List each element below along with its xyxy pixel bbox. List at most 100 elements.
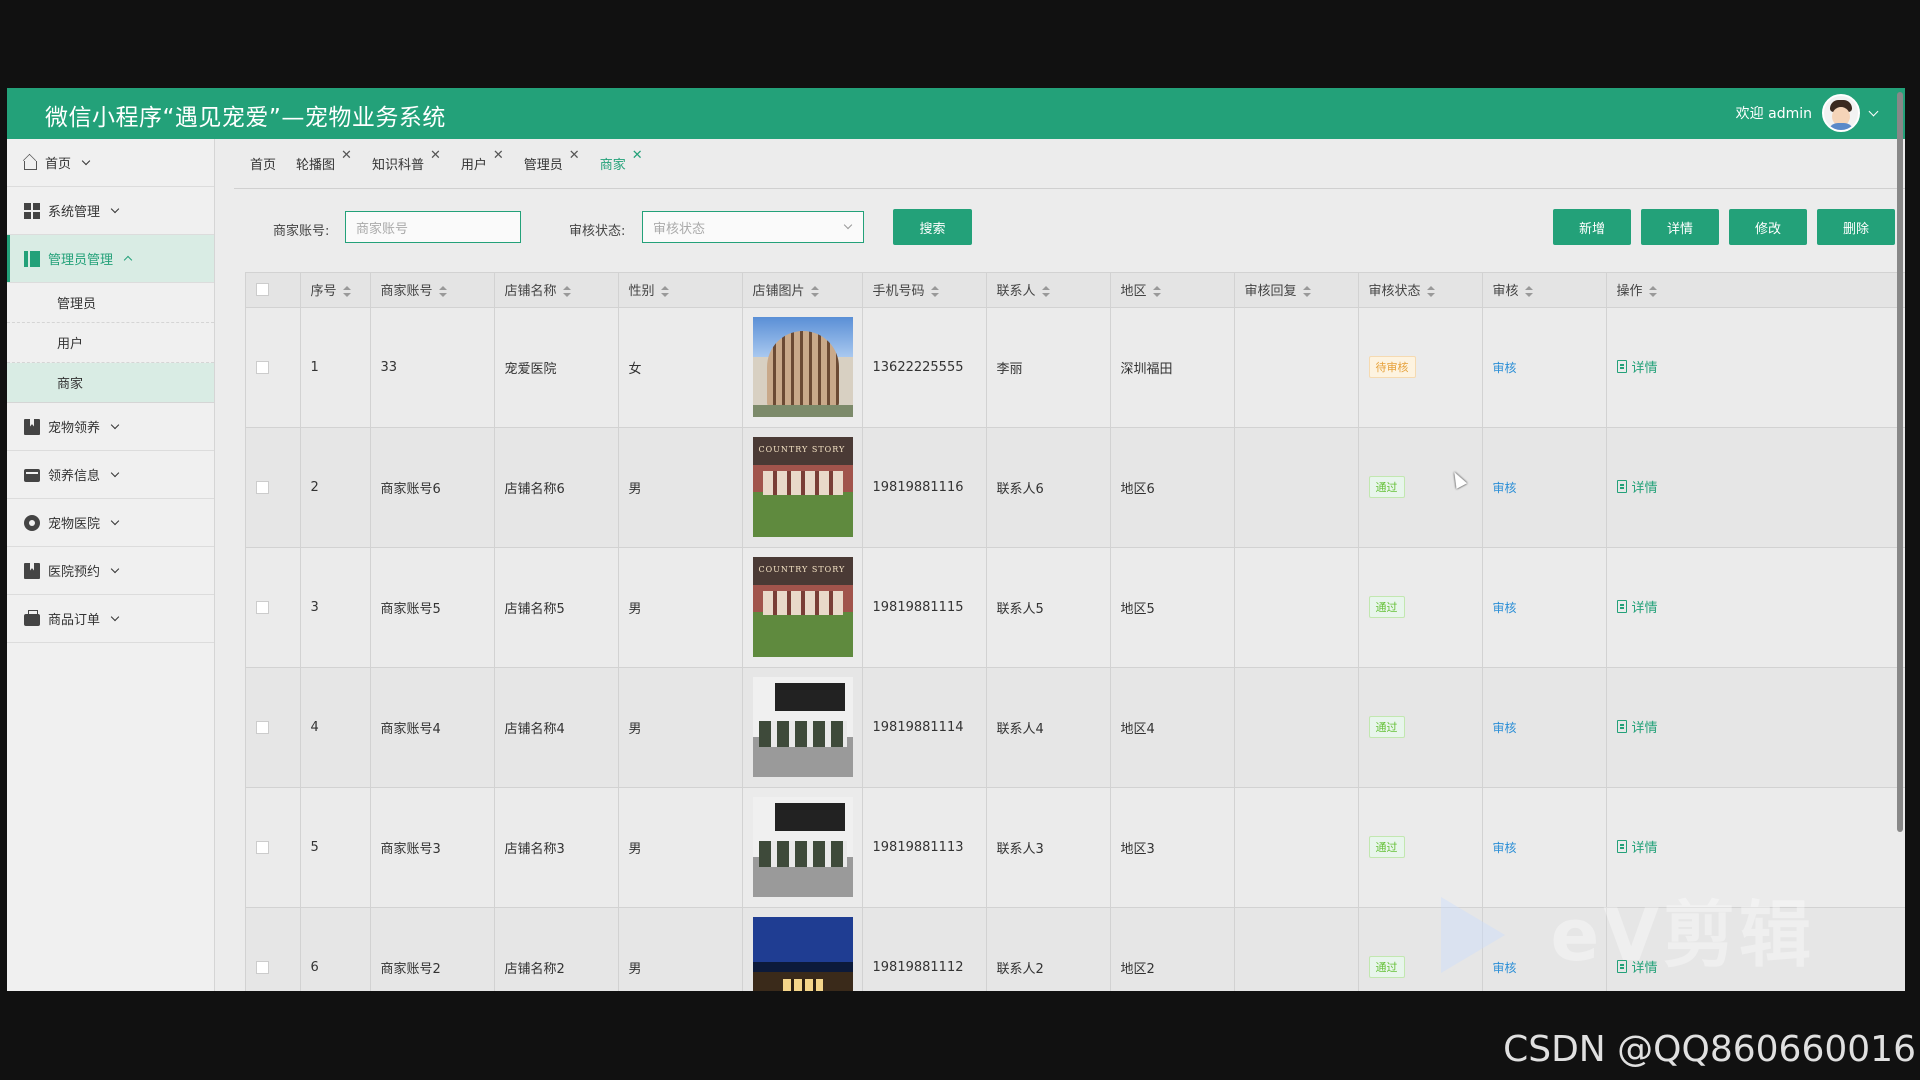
sidebar-item-label: 宠物领养 xyxy=(48,421,101,436)
column-header[interactable]: 审核回复 xyxy=(1234,273,1359,308)
shop-image[interactable] xyxy=(752,317,853,417)
select-all-checkbox-cell[interactable] xyxy=(246,273,301,308)
tab-banner[interactable]: 轮播图 ✕ xyxy=(296,148,352,174)
column-header[interactable]: 店铺图片 xyxy=(742,273,863,308)
close-icon[interactable]: ✕ xyxy=(430,148,441,163)
column-header[interactable]: 地区 xyxy=(1110,273,1235,308)
column-header[interactable]: 审核状态 xyxy=(1358,273,1483,308)
sort-icon[interactable] xyxy=(438,286,447,298)
row-detail-button[interactable]: 详情 xyxy=(1616,357,1658,376)
audit-link[interactable]: 审核 xyxy=(1493,841,1517,855)
sort-icon[interactable] xyxy=(1426,286,1435,298)
row-detail-button[interactable]: 详情 xyxy=(1616,477,1658,496)
chevron-down-icon[interactable] xyxy=(1868,106,1879,117)
tab-home[interactable]: 首页 xyxy=(250,154,276,174)
checkbox[interactable] xyxy=(256,480,269,494)
cell-image xyxy=(742,667,863,788)
row-checkbox-cell[interactable] xyxy=(246,427,301,548)
sidebar-item-pet-hospital[interactable]: 宠物医院 xyxy=(7,499,214,547)
sort-icon[interactable] xyxy=(810,286,819,298)
main-content: 首页 轮播图 ✕ 知识科普 ✕ 用户 ✕ 管理员 ✕ 商家 ✕ 商家账号: 商家账号 审核… xyxy=(216,139,1905,991)
sidebar-subitem-merchant[interactable]: 商家 xyxy=(7,363,214,403)
audit-link[interactable]: 审核 xyxy=(1493,721,1517,735)
table-row[interactable]: 2商家账号6店铺名称6男 19819881116联系人6地区6 通过 审核 详情 xyxy=(246,427,1905,548)
row-detail-button[interactable]: 详情 xyxy=(1616,717,1658,736)
close-icon[interactable]: ✕ xyxy=(632,148,643,163)
sort-icon[interactable] xyxy=(660,286,669,298)
tab-admin[interactable]: 管理员 ✕ xyxy=(524,148,580,174)
column-header[interactable]: 联系人 xyxy=(986,273,1111,308)
tab-merchant[interactable]: 商家 ✕ xyxy=(600,148,643,174)
checkbox[interactable] xyxy=(256,600,269,614)
sort-icon[interactable] xyxy=(562,286,571,298)
sidebar-item-adopt-info[interactable]: 领养信息 xyxy=(7,451,214,499)
audit-link[interactable]: 审核 xyxy=(1493,361,1517,375)
column-header[interactable]: 手机号码 xyxy=(862,273,987,308)
row-checkbox-cell[interactable] xyxy=(246,547,301,668)
table-row[interactable]: 3商家账号5店铺名称5男 19819881115联系人5地区5 通过 审核 详情 xyxy=(246,547,1905,668)
sort-icon[interactable] xyxy=(342,286,351,298)
avatar[interactable] xyxy=(1822,94,1860,132)
tab-user[interactable]: 用户 ✕ xyxy=(461,148,504,174)
cell-phone: 19819881113 xyxy=(862,787,987,908)
audit-status-select[interactable]: 审核状态 xyxy=(642,211,864,243)
edit-button[interactable]: 修改 xyxy=(1729,209,1807,245)
shop-image[interactable] xyxy=(752,677,853,777)
sort-icon[interactable] xyxy=(1041,286,1050,298)
sidebar-item-pet-adopt[interactable]: 宠物领养 xyxy=(7,403,214,451)
sort-icon[interactable] xyxy=(930,286,939,298)
row-checkbox-cell[interactable] xyxy=(246,787,301,908)
search-button[interactable]: 搜索 xyxy=(893,209,972,245)
user-menu[interactable]: 欢迎 admin xyxy=(1736,94,1879,132)
checkbox[interactable] xyxy=(256,840,269,854)
column-header[interactable]: 性别 xyxy=(618,273,743,308)
close-icon[interactable]: ✕ xyxy=(341,148,352,163)
chevron-down-icon xyxy=(110,420,120,430)
close-icon[interactable]: ✕ xyxy=(493,148,504,163)
checkbox[interactable] xyxy=(256,960,269,974)
sort-icon[interactable] xyxy=(1648,286,1657,298)
row-checkbox-cell[interactable] xyxy=(246,307,301,428)
sort-icon[interactable] xyxy=(1302,286,1311,298)
column-header[interactable]: 序号 xyxy=(300,273,371,308)
play-watermark-icon xyxy=(1441,897,1505,973)
sidebar-item-orders[interactable]: 商品订单 xyxy=(7,595,214,643)
sidebar-item-hospital-booking[interactable]: 医院预约 xyxy=(7,547,214,595)
cell-status: 待审核 xyxy=(1358,307,1483,428)
column-header[interactable]: 操作 xyxy=(1606,273,1905,308)
sidebar-item-label: 领养信息 xyxy=(48,469,101,484)
shop-image[interactable] xyxy=(752,917,853,991)
audit-link[interactable]: 审核 xyxy=(1493,481,1517,495)
sort-icon[interactable] xyxy=(1152,286,1161,298)
delete-button[interactable]: 删除 xyxy=(1817,209,1895,245)
shop-image[interactable] xyxy=(752,437,853,537)
detail-button[interactable]: 详情 xyxy=(1641,209,1719,245)
row-checkbox-cell[interactable] xyxy=(246,907,301,991)
merchant-account-input[interactable]: 商家账号 xyxy=(345,211,521,243)
sidebar-subitem-admin[interactable]: 管理员 xyxy=(7,283,214,323)
column-header[interactable]: 商家账号 xyxy=(370,273,495,308)
column-header[interactable]: 店铺名称 xyxy=(494,273,619,308)
sidebar-item-admin[interactable]: 管理员管理 xyxy=(7,235,214,283)
sidebar-item-system[interactable]: 系统管理 xyxy=(7,187,214,235)
audit-link[interactable]: 审核 xyxy=(1493,601,1517,615)
add-button[interactable]: 新增 xyxy=(1553,209,1631,245)
close-icon[interactable]: ✕ xyxy=(569,148,580,163)
scrollbar[interactable] xyxy=(1897,92,1903,832)
sidebar-item-home[interactable]: 首页 xyxy=(7,139,214,187)
shop-image[interactable] xyxy=(752,557,853,657)
checkbox[interactable] xyxy=(256,360,269,374)
row-detail-button[interactable]: 详情 xyxy=(1616,837,1658,856)
shop-image[interactable] xyxy=(752,797,853,897)
checkbox[interactable] xyxy=(256,283,269,297)
tab-knowledge[interactable]: 知识科普 ✕ xyxy=(372,148,441,174)
row-checkbox-cell[interactable] xyxy=(246,667,301,788)
table-row[interactable]: 1 33 宠爱医院女 13622225555 李丽 深圳福田 待审核 审核 详情 xyxy=(246,307,1905,428)
book-icon xyxy=(24,418,40,435)
table-row[interactable]: 4 商家账号4 店铺名称4 男 19819881114 联系人4 地区4 通过 审核 详情 xyxy=(246,667,1905,788)
checkbox[interactable] xyxy=(256,720,269,734)
column-header[interactable]: 审核 xyxy=(1482,273,1607,308)
sort-icon[interactable] xyxy=(1524,286,1533,298)
sidebar-subitem-user[interactable]: 用户 xyxy=(7,323,214,363)
row-detail-button[interactable]: 详情 xyxy=(1616,597,1658,616)
